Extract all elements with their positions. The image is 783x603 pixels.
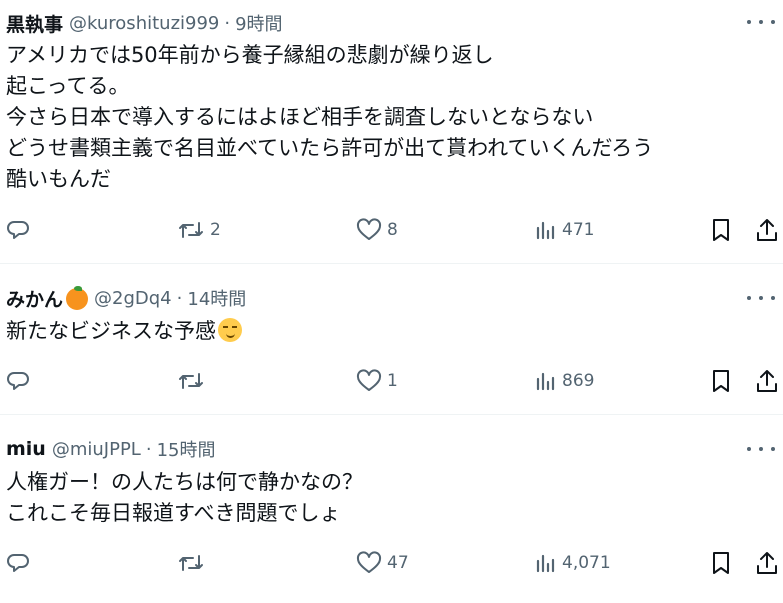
views-icon bbox=[536, 554, 555, 573]
share-button[interactable] bbox=[755, 366, 779, 396]
views-button[interactable]: 471 bbox=[535, 215, 594, 245]
tweet-actions: 2 8 471 bbox=[0, 215, 783, 245]
views-count: 869 bbox=[562, 371, 595, 391]
retweet-button[interactable] bbox=[177, 366, 210, 396]
views-button[interactable]: 4,071 bbox=[535, 548, 611, 578]
tweet-header: 黒執事 @kuroshituzi999 · 9時間 bbox=[6, 10, 283, 36]
author-name[interactable]: 黒執事 bbox=[6, 10, 63, 37]
share-icon bbox=[757, 552, 777, 574]
like-icon bbox=[356, 218, 382, 240]
tweet-text-line: 人権ガー！の人たちは何で静かなの？ bbox=[6, 470, 363, 494]
timestamp[interactable]: 14時間 bbox=[187, 285, 246, 311]
more-icon[interactable] bbox=[747, 288, 775, 308]
tweet-text: 新たなビジネスな予感 bbox=[6, 316, 766, 347]
like-count: 8 bbox=[387, 220, 398, 240]
views-count: 471 bbox=[562, 220, 595, 240]
retweet-icon bbox=[179, 222, 203, 238]
reply-icon bbox=[7, 372, 29, 390]
tweet-header: みかん @2gDq4 · 14時間 bbox=[6, 285, 246, 311]
reply-button[interactable] bbox=[6, 215, 35, 245]
retweet-icon bbox=[179, 555, 203, 571]
separator: · bbox=[145, 438, 152, 460]
retweet-count: 2 bbox=[210, 220, 221, 240]
tweet-text-line: 新たなビジネスな予感 bbox=[6, 316, 766, 347]
tweet-actions: 1 869 bbox=[0, 366, 783, 396]
tweet-text-line: 酷いもんだ bbox=[6, 167, 111, 191]
like-icon bbox=[356, 551, 382, 573]
orange-emoji bbox=[66, 286, 89, 310]
tweet[interactable]: 黒執事 @kuroshituzi999 · 9時間 アメリカでは50年前から養子… bbox=[0, 0, 783, 263]
retweet-button[interactable] bbox=[177, 548, 210, 578]
tweet-text-line: 起こってる。 bbox=[6, 74, 130, 98]
share-icon bbox=[757, 370, 777, 392]
tweet-text: アメリカでは50年前から養子縁組の悲劇が繰り返し 起こってる。 今さら日本で導入… bbox=[6, 40, 766, 195]
share-button[interactable] bbox=[755, 548, 779, 578]
bookmark-icon bbox=[713, 552, 729, 574]
views-icon bbox=[536, 372, 555, 391]
like-count: 47 bbox=[387, 553, 409, 573]
views-count: 4,071 bbox=[562, 553, 611, 573]
like-count: 1 bbox=[387, 371, 398, 391]
more-icon[interactable] bbox=[747, 439, 775, 459]
retweet-button[interactable]: 2 bbox=[177, 215, 221, 245]
tweet[interactable]: miu @miuJPPL · 15時間 人権ガー！の人たちは何で静かなの？ これ… bbox=[0, 415, 783, 603]
author-handle[interactable]: @kuroshituzi999 bbox=[69, 13, 219, 34]
like-button[interactable]: 8 bbox=[356, 215, 398, 245]
separator: · bbox=[176, 287, 183, 309]
bookmark-icon bbox=[713, 219, 729, 241]
tweet-text-line: アメリカでは50年前から養子縁組の悲劇が繰り返し bbox=[6, 43, 494, 67]
author-handle[interactable]: @miuJPPL bbox=[52, 439, 141, 460]
share-icon bbox=[757, 219, 777, 241]
views-icon bbox=[536, 221, 555, 240]
like-button[interactable]: 1 bbox=[356, 366, 398, 396]
like-icon bbox=[356, 369, 382, 391]
bookmark-icon bbox=[713, 370, 729, 392]
reply-button[interactable] bbox=[6, 548, 35, 578]
like-button[interactable]: 47 bbox=[356, 548, 409, 578]
timestamp[interactable]: 15時間 bbox=[157, 436, 216, 462]
retweet-icon bbox=[179, 373, 203, 389]
tweet-header: miu @miuJPPL · 15時間 bbox=[6, 436, 215, 462]
bookmark-button[interactable] bbox=[710, 215, 732, 245]
timestamp[interactable]: 9時間 bbox=[235, 10, 282, 36]
separator: · bbox=[224, 12, 231, 34]
tweet-text: 人権ガー！の人たちは何で静かなの？ これこそ毎日報道すべき問題でしょ bbox=[6, 467, 766, 529]
share-button[interactable] bbox=[755, 215, 779, 245]
tweet-text-content: 新たなビジネスな予感 bbox=[6, 319, 216, 343]
tweet-text-line: 今さら日本で導入するにはよほど相手を調査しないとならない bbox=[6, 105, 594, 129]
more-icon[interactable] bbox=[747, 12, 775, 32]
author-name[interactable]: miu bbox=[6, 438, 46, 460]
bookmark-button[interactable] bbox=[710, 548, 732, 578]
author-handle[interactable]: @2gDq4 bbox=[94, 288, 172, 309]
tweet[interactable]: みかん @2gDq4 · 14時間 新たなビジネスな予感 1 869 bbox=[0, 264, 783, 414]
reply-icon bbox=[7, 554, 29, 572]
bookmark-button[interactable] bbox=[710, 366, 732, 396]
reply-icon bbox=[7, 221, 29, 239]
reply-button[interactable] bbox=[6, 366, 35, 396]
author-name[interactable]: みかん bbox=[6, 285, 63, 312]
tweet-text-line: どうせ書類主義で名目並べていたら許可が出て貰われていくんだろう bbox=[6, 136, 654, 160]
smirking-face-emoji bbox=[218, 318, 242, 342]
views-button[interactable]: 869 bbox=[535, 366, 594, 396]
tweet-text-line: これこそ毎日報道すべき問題でしょ bbox=[6, 501, 341, 525]
tweet-actions: 47 4,071 bbox=[0, 548, 783, 578]
